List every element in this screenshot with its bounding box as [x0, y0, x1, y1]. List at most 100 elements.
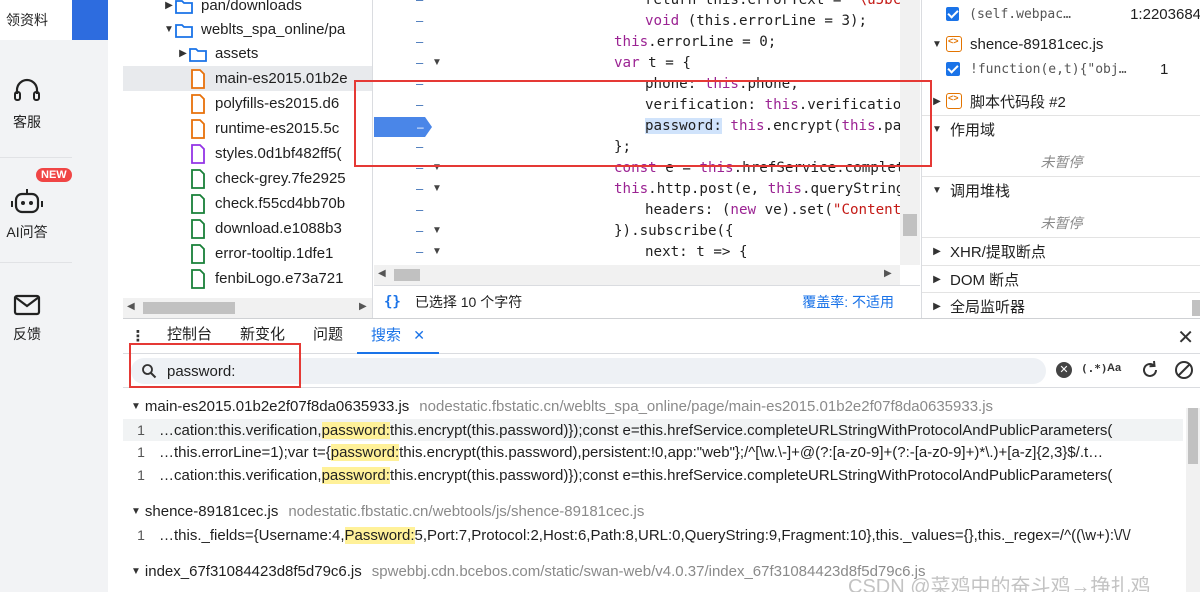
fold-arrow-icon[interactable]: ▼ — [432, 246, 442, 257]
gutter-line-marker[interactable]: – — [416, 202, 423, 217]
result-text-after: this.encrypt(this.password),persistent:!… — [399, 444, 1104, 461]
clear-search-icon[interactable]: ✕ — [1056, 362, 1072, 378]
result-file-header[interactable]: ▼ shence-89181cec.js nodestatic.fbstatic… — [131, 503, 644, 520]
tree-item-file[interactable]: fenbiLogo.e73a721 — [123, 266, 372, 291]
breakpoint-file[interactable]: ▶ 脚本代码段 #2 — [922, 87, 1200, 115]
gutter-line-marker[interactable]: – — [416, 223, 423, 238]
result-file-header[interactable]: ▼ index_67f31084423d8f5d79c6.js spwebbj.… — [131, 563, 925, 580]
scroll-right-icon[interactable]: ▶ — [359, 301, 367, 312]
clear-results-icon[interactable] — [1173, 359, 1195, 381]
expand-arrow-icon[interactable]: ▶ — [163, 0, 175, 11]
code-line[interactable]: this.http.post(e, this.queryString(t — [614, 179, 920, 200]
collapse-arrow-icon[interactable]: ▼ — [131, 566, 141, 577]
headset-icon — [14, 78, 40, 101]
tree-item-folder[interactable]: ▶ assets — [123, 41, 372, 66]
folder-icon — [175, 23, 193, 38]
pretty-print-icon[interactable]: {} — [384, 294, 401, 310]
breakpoint-checkbox[interactable] — [946, 7, 960, 21]
tree-item-file[interactable]: check.f55cd4bb70b — [123, 191, 372, 216]
scrollbar-thumb[interactable] — [394, 269, 420, 281]
expand-arrow-icon[interactable]: ▶ — [928, 246, 946, 257]
collapse-arrow-icon[interactable]: ▼ — [131, 506, 141, 517]
code-line[interactable]: this.errorLine = 0; — [614, 32, 776, 53]
tree-item-folder[interactable]: ▼ weblts_spa_online/pa — [123, 17, 372, 42]
tree-item-file[interactable]: download.e1088b3 — [123, 216, 372, 241]
code-line[interactable]: }).subscribe({ — [614, 221, 734, 242]
tree-item-file[interactable]: polyfills-es2015.d6 — [123, 91, 372, 116]
tab-search-label: 搜索 — [371, 327, 402, 344]
customer-service-button[interactable]: 客服 — [0, 76, 54, 132]
breakpoint-entry[interactable]: !function(e,t){"obj… 1 — [922, 55, 1200, 83]
tree-item-file[interactable]: styles.0d1bf482ff5( — [123, 141, 372, 166]
debugger-vertical-scrollbar[interactable] — [1192, 0, 1200, 318]
dom-breakpoints-header[interactable]: ▶ DOM 断点 — [922, 265, 1200, 293]
expand-arrow-icon[interactable]: ▶ — [928, 301, 946, 312]
result-text-after: this.encrypt(this.password)});const e=th… — [389, 422, 1113, 439]
breakpoint-file[interactable]: ▼ shence-89181cec.js — [922, 30, 1200, 58]
gutter-line-marker[interactable]: – — [416, 13, 423, 28]
gutter-line-marker[interactable]: – — [416, 34, 423, 49]
result-line[interactable]: 1 …cation:this.verification,password:this… — [123, 419, 1183, 441]
code-token: this — [767, 181, 802, 197]
tree-item-folder[interactable]: ▶ pan/downloads — [123, 0, 372, 18]
customer-service-label: 客服 — [13, 114, 41, 130]
collapse-arrow-icon[interactable]: ▼ — [928, 39, 946, 50]
results-vertical-scrollbar[interactable] — [1186, 408, 1200, 592]
result-file-header[interactable]: ▼ main-es2015.01b2e2f07f8da0635933.js no… — [131, 398, 993, 415]
fold-arrow-icon[interactable]: ▼ — [432, 225, 442, 236]
gutter-line-marker[interactable]: – — [416, 244, 423, 259]
materials-link[interactable]: 领资料 — [0, 0, 72, 40]
fold-arrow-icon[interactable]: ▼ — [432, 183, 442, 194]
callstack-section-header[interactable]: ▼ 调用堆栈 — [922, 176, 1200, 204]
match-case-icon[interactable]: Aa — [1107, 362, 1121, 374]
close-drawer-icon[interactable]: ✕ — [1177, 325, 1194, 350]
collapse-arrow-icon[interactable]: ▼ — [928, 185, 946, 196]
scroll-left-icon[interactable]: ◀ — [127, 301, 135, 312]
scroll-right-icon[interactable]: ▶ — [884, 268, 892, 279]
coverage-status[interactable]: 覆盖率: 不适用 — [802, 292, 894, 312]
result-line[interactable]: 1 …this._fields={Username:4,Password:5,Po… — [123, 524, 1183, 546]
tab-search[interactable]: 搜索 ✕ — [357, 318, 439, 354]
gutter-line-marker[interactable]: – — [416, 55, 423, 70]
ai-qa-button[interactable]: AI问答 — [0, 186, 54, 242]
breakpoint-checkbox[interactable] — [946, 62, 960, 76]
scroll-left-icon[interactable]: ◀ — [378, 268, 386, 279]
scrollbar-thumb[interactable] — [1188, 408, 1198, 464]
scrollbar-thumb[interactable] — [1192, 300, 1200, 316]
tree-item-file[interactable]: runtime-es2015.5c — [123, 116, 372, 141]
result-line[interactable]: 1 …this.errorLine=1);var t={password:this… — [123, 441, 1183, 463]
feedback-button[interactable]: 反馈 — [0, 292, 54, 344]
tree-horizontal-scrollbar[interactable]: ◀ ▶ — [123, 298, 372, 318]
editor-horizontal-scrollbar[interactable]: ◀ ▶ — [374, 265, 900, 285]
mail-icon — [13, 294, 41, 316]
gutter-line-marker[interactable]: – — [416, 181, 423, 196]
regex-toggle-icon[interactable]: (.*) — [1081, 362, 1108, 375]
global-listeners-header[interactable]: ▶ 全局监听器 — [922, 292, 1200, 318]
tab-issues[interactable]: 问题 — [299, 318, 357, 354]
close-tab-icon[interactable]: ✕ — [413, 327, 425, 343]
code-line[interactable]: return this.errorText = "\u5bc6" — [645, 0, 918, 11]
breakpoint-location: 1 — [1160, 60, 1169, 78]
code-line[interactable]: void (this.errorLine = 3); — [645, 11, 867, 32]
code-line[interactable]: var t = { — [614, 53, 691, 74]
expand-arrow-icon[interactable]: ▶ — [177, 48, 189, 59]
gutter-line-marker[interactable]: – — [416, 0, 423, 7]
tree-item-file[interactable]: error-tooltip.1dfe1 — [123, 241, 372, 266]
scope-section-header[interactable]: ▼ 作用域 — [922, 115, 1200, 143]
scrollbar-thumb[interactable] — [143, 302, 235, 314]
expand-arrow-icon[interactable]: ▶ — [928, 274, 946, 285]
code-line[interactable]: headers: (new ve).set("Content-T — [645, 200, 918, 221]
fold-arrow-icon[interactable]: ▼ — [432, 57, 442, 68]
xhr-breakpoints-header[interactable]: ▶ XHR/提取断点 — [922, 237, 1200, 265]
breakpoint-entry[interactable]: (self.webpac… 1:2203684 — [922, 0, 1200, 28]
scrollbar-thumb[interactable] — [903, 214, 917, 236]
collapse-arrow-icon[interactable]: ▼ — [131, 401, 141, 412]
refresh-icon[interactable] — [1139, 359, 1161, 381]
tree-item-file-selected[interactable]: main-es2015.01b2e — [123, 66, 372, 91]
scope-not-paused: 未暂停 — [1040, 154, 1083, 170]
code-line[interactable]: next: t => { — [645, 242, 748, 263]
result-line[interactable]: 1 …cation:this.verification,password:this… — [123, 464, 1183, 486]
collapse-arrow-icon[interactable]: ▼ — [163, 24, 175, 35]
image-file-icon — [191, 268, 205, 289]
tree-item-file[interactable]: check-grey.7fe2925 — [123, 166, 372, 191]
